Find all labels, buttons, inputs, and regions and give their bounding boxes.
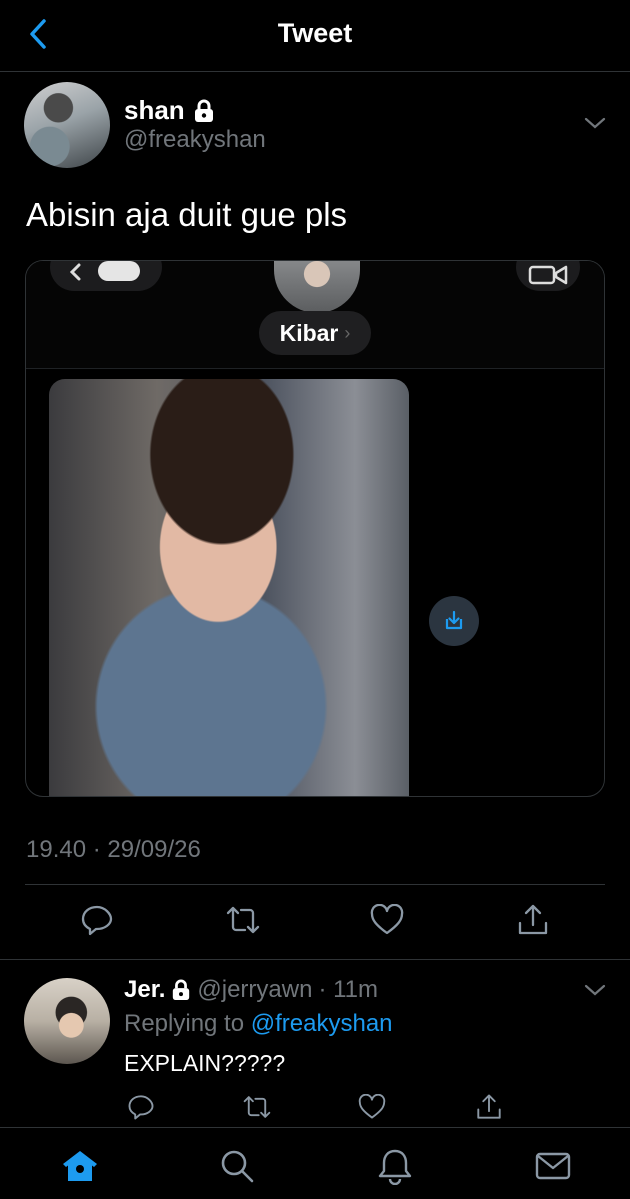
reply-like-button[interactable] — [354, 1089, 390, 1125]
like-icon — [358, 1094, 386, 1119]
video-camera-icon — [528, 265, 568, 285]
contact-chevron: › — [344, 322, 351, 343]
tab-messages[interactable] — [531, 1146, 575, 1186]
reply-reply-button[interactable] — [123, 1089, 159, 1125]
home-icon — [63, 1151, 97, 1181]
reply-header[interactable]: Jer. @jerryawn · 11m — [124, 976, 378, 1004]
tweet-text: Abisin aja duit gue pls — [26, 196, 348, 233]
like-button[interactable] — [367, 900, 407, 940]
reply-author-avatar[interactable] — [24, 978, 110, 1064]
notifications-icon — [378, 1149, 412, 1185]
replying-to-handle[interactable]: @freakyshan — [251, 1010, 393, 1037]
share-icon — [518, 904, 548, 935]
like-icon — [370, 904, 404, 935]
chevron-down-icon — [584, 117, 606, 129]
lock-icon — [173, 979, 190, 1000]
replying-to-prefix: Replying to — [124, 1010, 251, 1037]
lock-icon — [194, 99, 213, 122]
download-icon — [445, 610, 463, 630]
tweet-menu-button[interactable] — [582, 110, 608, 136]
reply-text: EXPLAIN????? — [124, 1050, 286, 1076]
author-avatar[interactable] — [24, 82, 110, 168]
contact-name-pill: Kibar › — [259, 311, 371, 355]
reply-author-handle: @jerryawn — [197, 976, 313, 1003]
share-icon — [477, 1094, 501, 1119]
search-icon — [221, 1150, 254, 1183]
download-button[interactable] — [429, 596, 479, 646]
tweet-timestamp: 19.40 · 29/09/26 — [26, 836, 201, 863]
reply-time: · 11m — [318, 976, 379, 1003]
retweet-icon — [243, 1096, 271, 1118]
shared-photo — [49, 379, 409, 796]
messages-icon — [535, 1152, 571, 1180]
reply-menu-button[interactable] — [582, 977, 608, 1003]
reply-icon — [81, 905, 113, 936]
page-title: Tweet — [277, 18, 353, 48]
retweet-button[interactable] — [223, 900, 263, 940]
contact-avatar — [274, 261, 360, 313]
tab-home[interactable] — [58, 1146, 102, 1186]
tweet-media[interactable]: Kibar › — [25, 260, 605, 797]
reply-icon — [128, 1095, 154, 1120]
author-name: shan — [124, 95, 185, 125]
bottom-tab-bar — [0, 1127, 630, 1199]
divider — [25, 884, 605, 885]
divider — [0, 959, 630, 960]
tab-search[interactable] — [215, 1146, 259, 1186]
media-chat-header: Kibar › — [26, 261, 604, 369]
retweet-icon — [226, 906, 260, 934]
author-name-row[interactable]: shan — [124, 95, 215, 126]
tab-notifications[interactable] — [373, 1146, 417, 1186]
reply-button[interactable] — [77, 900, 117, 940]
unread-badge-shape — [98, 261, 140, 281]
chevron-left-icon — [69, 263, 81, 281]
author-handle: @freakyshan — [124, 126, 266, 153]
contact-name: Kibar — [279, 319, 339, 346]
media-video-pill — [516, 261, 580, 291]
reply-retweet-button[interactable] — [239, 1089, 275, 1125]
top-bar: Tweet — [0, 0, 630, 72]
share-button[interactable] — [513, 900, 553, 940]
replying-to: Replying to @freakyshan — [124, 1010, 393, 1038]
reply-author-name: Jer. — [124, 976, 166, 1003]
chevron-down-icon — [584, 984, 606, 996]
media-back-pill — [50, 261, 162, 291]
reply-share-button[interactable] — [471, 1089, 507, 1125]
